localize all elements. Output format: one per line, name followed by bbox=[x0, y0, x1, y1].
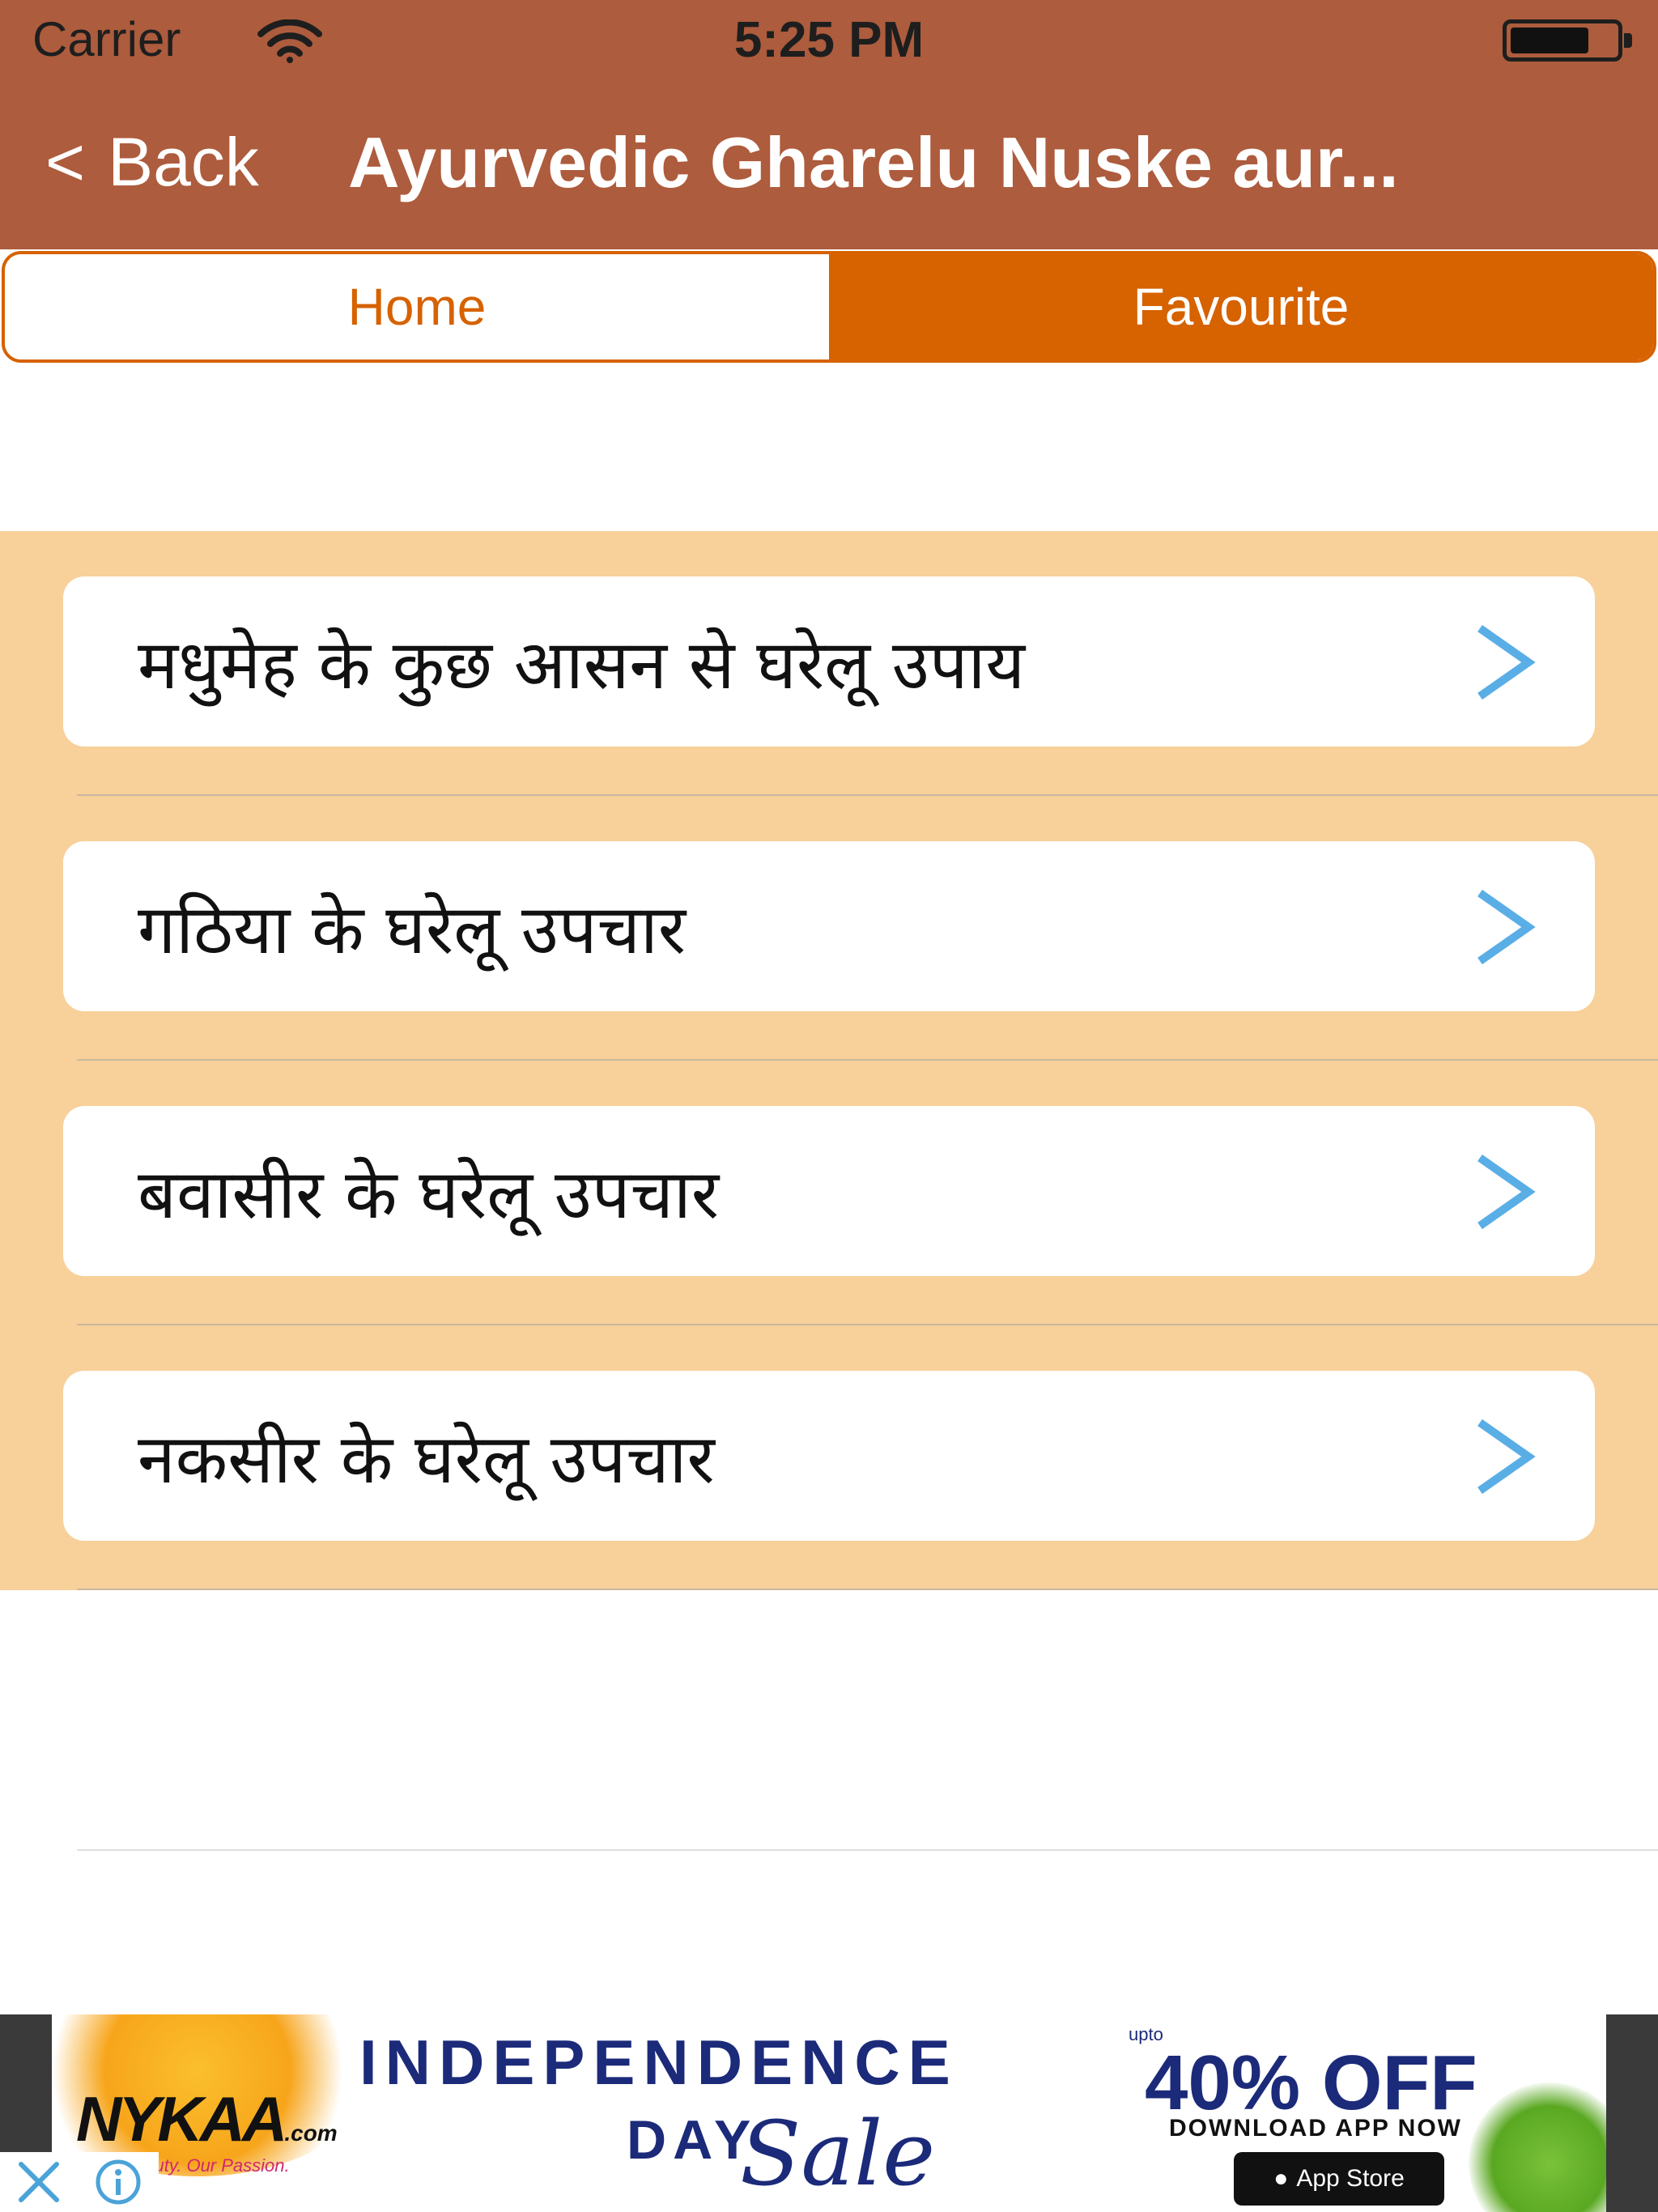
status-bar: Carrier 5:25 PM bbox=[0, 0, 1658, 81]
list-item-label: बवासीर के घरेलू उपचार bbox=[138, 1154, 720, 1234]
list-item-card[interactable]: बवासीर के घरेलू उपचार bbox=[63, 1106, 1595, 1276]
top-bar: Carrier 5:25 PM < Back Ayurvedic Gharelu… bbox=[0, 0, 1658, 249]
tab-home[interactable]: Home bbox=[5, 254, 829, 359]
segmented-control: Home Favourite bbox=[2, 251, 1656, 363]
ad-headline: INDEPENDENCE bbox=[359, 2027, 959, 2098]
ad-download-text: DOWNLOAD APP NOW bbox=[1169, 2115, 1462, 2142]
app-store-badge[interactable]: ● App Store bbox=[1234, 2152, 1444, 2206]
list-item-label: मधुमेह के कुछ आसन से घरेलू उपाय bbox=[138, 624, 1026, 704]
back-chevron-icon: < bbox=[45, 124, 86, 200]
list-item: मधुमेह के कुछ आसन से घरेलू उपाय bbox=[0, 531, 1658, 796]
back-button[interactable]: < Back bbox=[45, 123, 259, 202]
apple-icon: ● bbox=[1273, 2165, 1289, 2192]
disclosure-chevron-icon bbox=[1477, 1419, 1536, 1495]
ad-headline-day: DAY bbox=[627, 2109, 758, 2171]
ad-info-icon[interactable] bbox=[78, 2152, 159, 2212]
ad-creative[interactable]: NYKAA.com Your Beauty. Our Passion. INDE… bbox=[52, 2014, 1606, 2212]
app-store-label: App Store bbox=[1296, 2165, 1405, 2192]
status-time: 5:25 PM bbox=[733, 12, 925, 68]
ad-leaf-splash bbox=[1469, 2082, 1606, 2212]
list-item: नकसीर के घरेलू उपचार bbox=[0, 1325, 1658, 1590]
remedy-list: मधुमेह के कुछ आसन से घरेलू उपाय गठिया के… bbox=[0, 531, 1658, 1590]
list-item-label: नकसीर के घरेलू उपचार bbox=[138, 1419, 715, 1499]
battery-icon bbox=[1503, 19, 1632, 62]
disclosure-chevron-icon bbox=[1477, 889, 1536, 965]
ad-headline-sale: Sale bbox=[740, 2102, 936, 2206]
list-item-card[interactable]: नकसीर के घरेलू उपचार bbox=[63, 1371, 1595, 1541]
battery-nub bbox=[1624, 33, 1632, 48]
list-item-card[interactable]: गठिया के घरेलू उपचार bbox=[63, 841, 1595, 1011]
list-item-label: गठिया के घरेलू उपचार bbox=[138, 889, 687, 969]
list-item: बवासीर के घरेलू उपचार bbox=[0, 1061, 1658, 1325]
ad-close-icon[interactable] bbox=[0, 2152, 78, 2212]
back-label: Back bbox=[108, 124, 259, 200]
ad-banner[interactable]: NYKAA.com Your Beauty. Our Passion. INDE… bbox=[0, 2014, 1658, 2212]
disclosure-chevron-icon bbox=[1477, 624, 1536, 700]
list-item-card[interactable]: मधुमेह के कुछ आसन से घरेलू उपाय bbox=[63, 576, 1595, 747]
disclosure-chevron-icon bbox=[1477, 1154, 1536, 1230]
battery-fill bbox=[1511, 28, 1588, 53]
navigation-bar: < Back Ayurvedic Gharelu Nuske aur... bbox=[0, 113, 1658, 219]
tab-favourite[interactable]: Favourite bbox=[829, 254, 1653, 359]
page-title: Ayurvedic Gharelu Nuske aur... bbox=[348, 122, 1399, 202]
empty-row-separator bbox=[77, 1849, 1658, 1851]
list-item: गठिया के घरेलू उपचार bbox=[0, 796, 1658, 1061]
ad-brand-logo: NYKAA.com bbox=[76, 2083, 338, 2155]
